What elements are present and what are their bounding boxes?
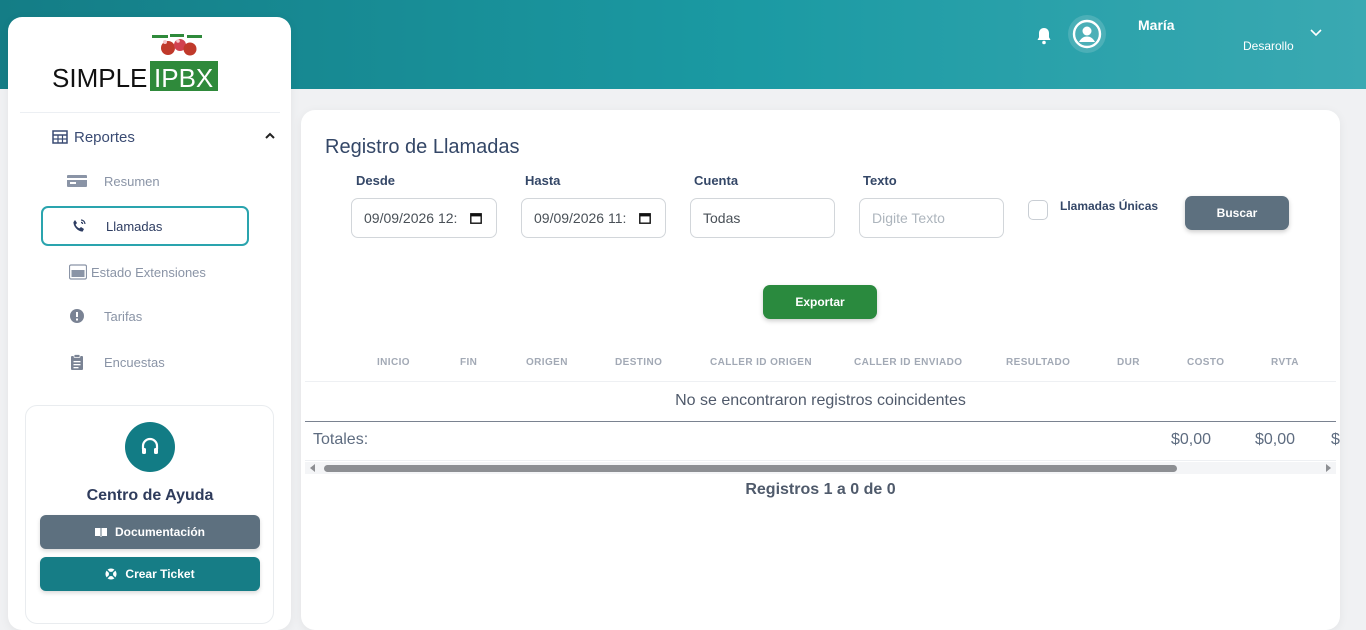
column-header[interactable]: COSTO [1187, 357, 1224, 368]
horizontal-scrollbar[interactable] [305, 462, 1336, 474]
unique-calls-checkbox[interactable] [1028, 200, 1048, 220]
unique-calls-label: Llamadas Únicas [1060, 199, 1159, 213]
cuenta-select[interactable]: Todas [690, 198, 835, 238]
phone-call-icon [69, 218, 89, 234]
cuenta-label: Cuenta [694, 173, 739, 188]
card-icon [67, 173, 87, 189]
totals-clipped: $ [1331, 431, 1340, 448]
table-icon [52, 130, 68, 144]
scroll-right-icon[interactable] [1326, 464, 1331, 472]
divider [305, 421, 1336, 422]
hasta-label: Hasta [525, 173, 561, 188]
scroll-left-icon[interactable] [310, 464, 315, 472]
help-center-card: Centro de Ayuda Documentación Crear Tick… [25, 405, 274, 624]
create-ticket-button[interactable]: Crear Ticket [40, 557, 260, 591]
svg-text:SIMPLE: SIMPLE [52, 63, 147, 93]
sidebar-item-label: Tarifas [104, 308, 143, 324]
cuenta-value: Todas [703, 210, 741, 226]
sidebar-item-resumen[interactable]: Resumen [41, 161, 249, 201]
texto-label: Texto [863, 173, 897, 188]
sidebar-item-llamadas[interactable]: Llamadas [41, 206, 249, 246]
desde-value: 09/09/2026 12: [364, 210, 458, 226]
sidebar: SIMPLE IPBX Reportes Resumen Llamadas Es… [8, 17, 291, 630]
sidebar-item-estado-extensiones[interactable]: Estado Extensiones [41, 252, 249, 292]
sidebar-item-tarifas[interactable]: Tarifas [41, 296, 249, 336]
sidebar-section-label: Reportes [74, 128, 135, 146]
main-card: Registro de Llamadas Desde 09/09/2026 12… [301, 110, 1340, 630]
column-header[interactable]: ORIGEN [526, 357, 568, 368]
hasta-input[interactable]: 09/09/2026 11: [521, 198, 666, 238]
chevron-up-icon[interactable] [264, 131, 276, 141]
user-role: Desarollo [1243, 39, 1294, 53]
desde-label: Desde [356, 173, 396, 188]
scroll-thumb[interactable] [324, 465, 1177, 472]
totals-rvta: $0,00 [1255, 431, 1296, 448]
documentation-button[interactable]: Documentación [40, 515, 260, 549]
empty-table-message: No se encontraron registros coincidentes [675, 392, 966, 409]
calendar-icon[interactable] [639, 212, 651, 224]
sidebar-item-label: Encuestas [104, 354, 165, 370]
lifebuoy-icon [105, 568, 117, 580]
page-title: Registro de Llamadas [325, 136, 520, 158]
chevron-down-icon[interactable] [1309, 28, 1323, 38]
user-circle-icon [1072, 19, 1102, 49]
column-header[interactable]: INICIO [377, 357, 410, 368]
sidebar-section-reportes[interactable]: Reportes [52, 127, 276, 147]
svg-text:IPBX: IPBX [154, 63, 213, 93]
column-header[interactable]: FIN [460, 357, 477, 368]
export-button[interactable]: Exportar [763, 285, 877, 319]
clipboard-icon [67, 354, 87, 370]
texto-placeholder: Digite Texto [872, 210, 945, 226]
column-header[interactable]: DESTINO [615, 357, 662, 368]
search-button[interactable]: Buscar [1185, 196, 1289, 230]
divider [20, 112, 280, 113]
create-ticket-label: Crear Ticket [125, 567, 195, 581]
calendar-icon[interactable] [470, 212, 482, 224]
desde-input[interactable]: 09/09/2026 12: [351, 198, 497, 238]
totals-label: Totales: [313, 431, 369, 448]
sidebar-item-label: Resumen [104, 173, 160, 189]
divider [305, 381, 1336, 382]
sidebar-item-encuestas[interactable]: Encuestas [41, 342, 249, 382]
avatar[interactable] [1068, 15, 1106, 53]
user-name[interactable]: María [1138, 17, 1175, 33]
sidebar-item-label: Llamadas [106, 218, 163, 234]
column-header[interactable]: RVTA [1271, 357, 1299, 368]
simple-ipbx-logo: SIMPLE IPBX [52, 34, 218, 93]
headset-icon [125, 422, 175, 472]
column-header[interactable]: CALLER ID ENVIADO [854, 357, 962, 368]
help-title: Centro de Ayuda [86, 487, 214, 504]
sidebar-item-label: Estado Extensiones [91, 264, 206, 280]
column-header[interactable]: DUR [1117, 357, 1140, 368]
column-header[interactable]: RESULTADO [1006, 357, 1070, 368]
pagination-info: Registros 1 a 0 de 0 [745, 481, 896, 498]
texto-input[interactable]: Digite Texto [859, 198, 1004, 238]
alert-circle-icon [67, 308, 87, 324]
bell-icon[interactable] [1036, 27, 1052, 45]
column-header[interactable]: CALLER ID ORIGEN [710, 357, 812, 368]
monitor-icon [68, 264, 88, 280]
hasta-value: 09/09/2026 11: [534, 210, 627, 226]
documentation-label: Documentación [114, 525, 205, 539]
divider [305, 460, 1336, 461]
totals-costo: $0,00 [1171, 431, 1212, 448]
book-icon [94, 528, 107, 537]
